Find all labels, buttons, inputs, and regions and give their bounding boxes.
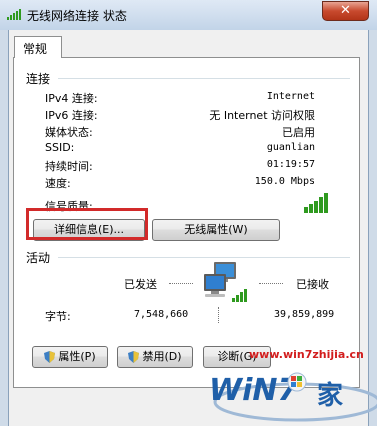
received-label: 已接收	[296, 278, 329, 291]
title-bar: 无线网络连接 状态 ✕	[0, 0, 377, 30]
connection-heading: 连接	[26, 72, 51, 86]
wireless-properties-label: 无线属性(W)	[184, 223, 248, 236]
section-divider	[58, 257, 350, 258]
tab-general-label: 常规	[23, 42, 48, 56]
ipv6-label: IPv6 连接:	[45, 109, 98, 122]
properties-button[interactable]: 属性(P)	[32, 346, 108, 368]
ipv4-value: Internet	[266, 91, 315, 102]
ssid-value: guanlian	[266, 142, 315, 153]
uac-shield-icon	[44, 351, 56, 363]
win7-logo: WiN7 家	[209, 372, 377, 422]
speed-value: 150.0 Mbps	[254, 176, 315, 187]
tab-general[interactable]: 常规	[14, 36, 62, 58]
signal-strength-icon	[304, 193, 328, 213]
media-state-value: 已启用	[282, 126, 315, 139]
disable-button[interactable]: 禁用(D)	[117, 346, 193, 368]
sent-line	[169, 283, 193, 284]
bytes-label: 字节:	[45, 310, 71, 323]
uac-shield-icon	[128, 351, 140, 363]
close-button[interactable]: ✕	[322, 1, 369, 21]
activity-heading: 活动	[26, 251, 51, 265]
duration-value: 01:19:57	[266, 159, 315, 170]
received-bytes-value: 39,859,899	[274, 309, 335, 320]
sent-bytes-value: 7,548,660	[134, 309, 189, 320]
wireless-signal-icon	[7, 9, 21, 20]
wireless-properties-button[interactable]: 无线属性(W)	[152, 219, 280, 241]
details-highlight-box	[26, 208, 148, 240]
section-divider	[58, 78, 350, 79]
svg-text:家: 家	[317, 380, 343, 411]
sent-label: 已发送	[124, 278, 157, 291]
ipv6-value: 无 Internet 访问权限	[209, 109, 315, 122]
ipv4-label: IPv4 连接:	[45, 92, 98, 105]
media-state-label: 媒体状态:	[45, 126, 93, 139]
site-watermark: www.win7zhijia.cn WiN7 家	[205, 340, 377, 426]
received-line	[259, 283, 283, 284]
window-title: 无线网络连接 状态	[27, 9, 127, 23]
bytes-divider	[218, 307, 219, 323]
svg-text:WiN7: WiN7	[209, 373, 298, 408]
network-computers-icon	[204, 262, 247, 302]
speed-label: 速度:	[45, 177, 71, 190]
properties-label: 属性(P)	[58, 350, 96, 363]
ssid-label: SSID:	[45, 141, 75, 154]
close-icon: ✕	[340, 3, 351, 18]
duration-label: 持续时间:	[45, 160, 93, 173]
disable-label: 禁用(D)	[142, 350, 182, 363]
